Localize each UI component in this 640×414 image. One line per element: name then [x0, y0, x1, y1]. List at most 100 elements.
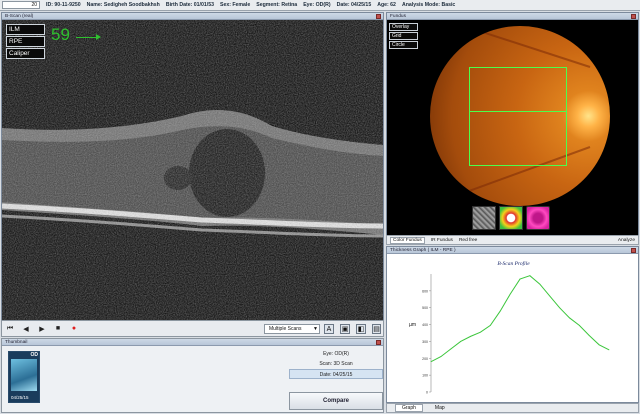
data-point: [549, 295, 551, 297]
grayscale-map-thumb[interactable]: [472, 206, 496, 230]
exam-date: Date: 04/25/15: [336, 2, 372, 8]
tab-ir-fundus[interactable]: IR Fundus: [431, 238, 453, 243]
frame-number: 59: [51, 25, 70, 44]
age: Age: 62: [377, 2, 396, 8]
data-point: [569, 317, 570, 319]
info-scan: Scan: 3D Scan: [319, 361, 353, 367]
sector-map-thumb[interactable]: [526, 206, 550, 230]
birth-date: Birth Date: 01/01/53: [165, 2, 214, 8]
overlay-option[interactable]: Overlay: [389, 23, 418, 31]
slice-number-field[interactable]: 20: [2, 1, 40, 9]
oct-scan-graphic: [2, 20, 383, 328]
data-point: [509, 293, 511, 295]
vessel: [502, 176, 591, 206]
bscan-title-text: B-Scan (real): [5, 14, 34, 19]
tab-graph[interactable]: Graph: [395, 404, 423, 412]
thumbnail-date: 04/25/15: [11, 395, 29, 400]
analysis-mode: Analysis Mode: Basic: [401, 2, 456, 8]
tab-red-free[interactable]: Red free: [459, 238, 477, 243]
patient-info-bar: 20 ID: 90-11-9250 Name: Sedigheh Soodbak…: [0, 0, 640, 11]
info-eye: Eye: OD(R): [323, 351, 349, 357]
y-tick-label: 500: [422, 306, 428, 310]
thickness-series-line: [430, 275, 610, 363]
fundus-options: Overlay Grid Circle: [389, 23, 418, 50]
data-point: [578, 325, 580, 326]
arrow-right-icon: [76, 37, 98, 38]
play-icon[interactable]: ▶: [38, 325, 46, 333]
stop-icon[interactable]: ■: [54, 325, 62, 333]
layer-toggle-caliper[interactable]: Caliper: [6, 48, 45, 59]
compare-button[interactable]: Compare: [289, 392, 383, 410]
close-icon[interactable]: [376, 340, 381, 345]
data-point: [440, 356, 442, 357]
thumbnail-eye-label: OD: [30, 352, 39, 358]
contrast-tool-icon[interactable]: ◧: [356, 324, 366, 334]
y-tick-label: 400: [422, 323, 428, 327]
y-tick-label: 200: [422, 357, 428, 361]
multiple-scans-select[interactable]: Multiple Scans ▼: [264, 324, 320, 334]
playback-toolbar: ⏮ ◀ ▶ ■ ● Multiple Scans ▼ A ▣ ◧ ▤: [1, 320, 384, 337]
multiple-scans-label: Multiple Scans: [269, 326, 302, 332]
arrow-head-icon: [96, 34, 101, 40]
slice-number-value: 20: [31, 2, 37, 8]
fundus-panel: Fundus Overlay Grid Circle: [386, 12, 639, 245]
mini-maps: [472, 206, 550, 230]
patient-id: ID: 90-11-9250: [46, 2, 81, 8]
scan-line: [469, 111, 567, 112]
layer-label: ILM: [9, 26, 20, 33]
save-tool-icon[interactable]: ▤: [372, 324, 381, 334]
eye: Eye: OD(R): [303, 2, 331, 8]
sex: Sex: Female: [219, 2, 251, 8]
graph-panel-title: Thickness Graph ( ILM - RPE ): [387, 247, 638, 254]
scan-region-rect[interactable]: [469, 67, 567, 166]
grid-option[interactable]: Grid: [389, 32, 418, 40]
bscan-image[interactable]: ILM RPE Caliper 59: [2, 20, 383, 328]
thickness-map-thumb[interactable]: [499, 206, 523, 230]
thickness-graph-panel: Thickness Graph ( ILM - RPE ) B-Scan Pro…: [386, 246, 639, 403]
info-date: Date: 04/25/15: [289, 369, 383, 379]
fundus-tabs: Color Fundus IR Fundus Red free Analyze: [386, 235, 639, 245]
bscan-panel-title: B-Scan (real): [2, 13, 383, 20]
data-point: [430, 361, 432, 363]
record-icon[interactable]: ●: [70, 325, 78, 333]
data-point: [608, 349, 610, 351]
data-point: [519, 278, 521, 280]
graph-tabs: Graph Map: [386, 403, 639, 413]
bscan-panel: B-Scan (real) ILM RPE Caliper 59: [1, 12, 384, 336]
patient-name: Name: Sedigheh Soodbakhsh: [86, 2, 160, 8]
thumbnail-panel-title: Thumbnail: [2, 339, 383, 346]
data-point: [588, 335, 590, 336]
close-icon[interactable]: [631, 14, 636, 19]
data-point: [460, 341, 462, 342]
step-back-icon[interactable]: ◀: [22, 325, 30, 333]
y-tick-label: 600: [422, 289, 428, 293]
fundus-title-text: Fundus: [390, 14, 406, 19]
data-point: [489, 325, 491, 326]
tab-map[interactable]: Map: [435, 405, 445, 411]
text-tool-icon[interactable]: A: [324, 324, 334, 334]
circle-option[interactable]: Circle: [389, 41, 418, 49]
skip-first-icon[interactable]: ⏮: [6, 325, 14, 333]
y-tick-label: 300: [422, 340, 428, 344]
close-icon[interactable]: [376, 14, 381, 19]
layer-label: Caliper: [9, 50, 30, 57]
analyze-button[interactable]: Analyze: [618, 238, 635, 243]
thumbnail-panel: Thumbnail OD 04/25/15 Eye: OD(R) Scan: 3…: [1, 338, 384, 413]
layer-toggle-rpe[interactable]: RPE: [6, 36, 45, 47]
data-point: [470, 335, 471, 337]
image-tool-icon[interactable]: ▣: [340, 324, 350, 334]
fundus-panel-title: Fundus: [387, 13, 638, 20]
close-icon[interactable]: [631, 248, 636, 253]
chevron-down-icon: ▼: [313, 326, 318, 332]
scan-info: Eye: OD(R) Scan: 3D Scan Date: 04/25/15: [289, 349, 383, 379]
tab-color-fundus[interactable]: Color Fundus: [390, 236, 425, 244]
data-point: [480, 331, 481, 333]
data-point: [559, 307, 560, 309]
thumbnail-image: [11, 359, 37, 391]
data-point: [499, 310, 501, 312]
scan-thumbnail[interactable]: OD 04/25/15: [8, 351, 40, 403]
thickness-chart: 0 100 200 300 400 500 600: [422, 274, 610, 395]
segment: Segment: Retina: [256, 2, 298, 8]
layer-toggle-ilm[interactable]: ILM: [6, 24, 45, 35]
layer-label: RPE: [9, 38, 23, 45]
